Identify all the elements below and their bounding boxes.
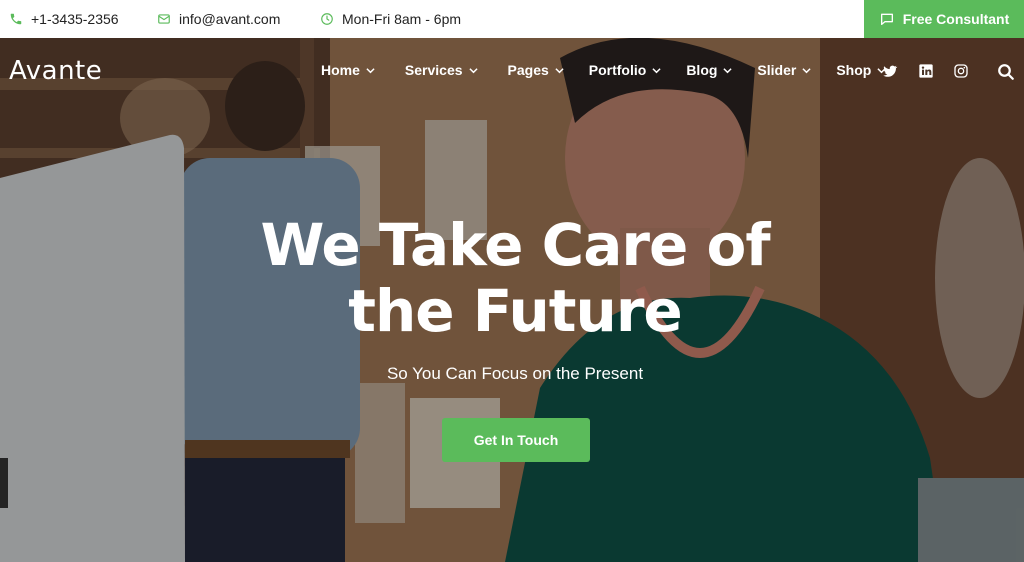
hero-title-line-1: We Take Care of	[260, 211, 770, 279]
hero-section: Avante Home Services Pages Portfolio Blo…	[0, 38, 1024, 562]
top-bar: +1-3435-2356 info@avant.com Mon-Fri 8am …	[0, 0, 1024, 39]
chevron-down-icon	[468, 67, 478, 73]
chevron-down-icon	[555, 67, 564, 73]
nav-item-slider[interactable]: Slider	[757, 62, 811, 78]
linkedin-link[interactable]	[918, 63, 934, 79]
nav-item-services[interactable]: Services	[405, 62, 478, 78]
nav-item-portfolio[interactable]: Portfolio	[589, 62, 662, 78]
chevron-down-icon	[802, 67, 811, 73]
hero-title-line-2: the Future	[348, 277, 683, 345]
twitter-link[interactable]	[882, 63, 898, 79]
phone-text: +1-3435-2356	[31, 11, 119, 27]
nav-item-home[interactable]: Home	[321, 62, 375, 78]
envelope-icon	[158, 14, 170, 24]
instagram-icon	[954, 64, 968, 78]
nav-item-blog[interactable]: Blog	[686, 62, 733, 78]
get-in-touch-label: Get In Touch	[473, 432, 559, 448]
nav-item-label: Blog	[686, 62, 718, 78]
chat-bubble-icon	[880, 13, 893, 25]
site-logo[interactable]: Avante	[9, 56, 102, 86]
phone-contact[interactable]: +1-3435-2356	[9, 0, 119, 38]
hero-subtitle: So You Can Focus on the Present	[386, 364, 644, 383]
chevron-down-icon	[723, 67, 733, 73]
get-in-touch-button[interactable]: Get In Touch	[442, 418, 590, 462]
main-navigation: Home Services Pages Portfolio Blog Slide…	[321, 62, 886, 78]
hours-text: Mon-Fri 8am - 6pm	[342, 11, 462, 27]
free-consultant-label: Free Consultant	[902, 11, 1010, 27]
nav-item-label: Portfolio	[588, 62, 647, 78]
nav-item-label: Pages	[507, 62, 549, 78]
nav-item-label: Home	[321, 62, 360, 78]
search-icon[interactable]	[997, 63, 1015, 81]
nav-item-pages[interactable]: Pages	[508, 62, 564, 78]
business-hours: Mon-Fri 8am - 6pm	[320, 0, 461, 38]
email-text: info@avant.com	[179, 11, 281, 27]
instagram-link[interactable]	[953, 63, 969, 79]
clock-icon	[321, 13, 333, 25]
phone-icon	[10, 13, 22, 25]
hero-title: We Take Care of the Future	[0, 212, 1024, 344]
nav-item-label: Shop	[836, 62, 872, 78]
chevron-down-icon	[366, 67, 375, 73]
twitter-icon	[883, 65, 898, 77]
linkedin-icon	[919, 64, 933, 78]
free-consultant-button[interactable]: Free Consultant	[864, 0, 1024, 38]
email-contact[interactable]: info@avant.com	[157, 0, 280, 38]
nav-item-label: Services	[404, 62, 463, 78]
nav-item-shop[interactable]: Shop	[836, 62, 886, 78]
chevron-down-icon	[652, 67, 661, 73]
nav-item-label: Slider	[757, 62, 797, 78]
